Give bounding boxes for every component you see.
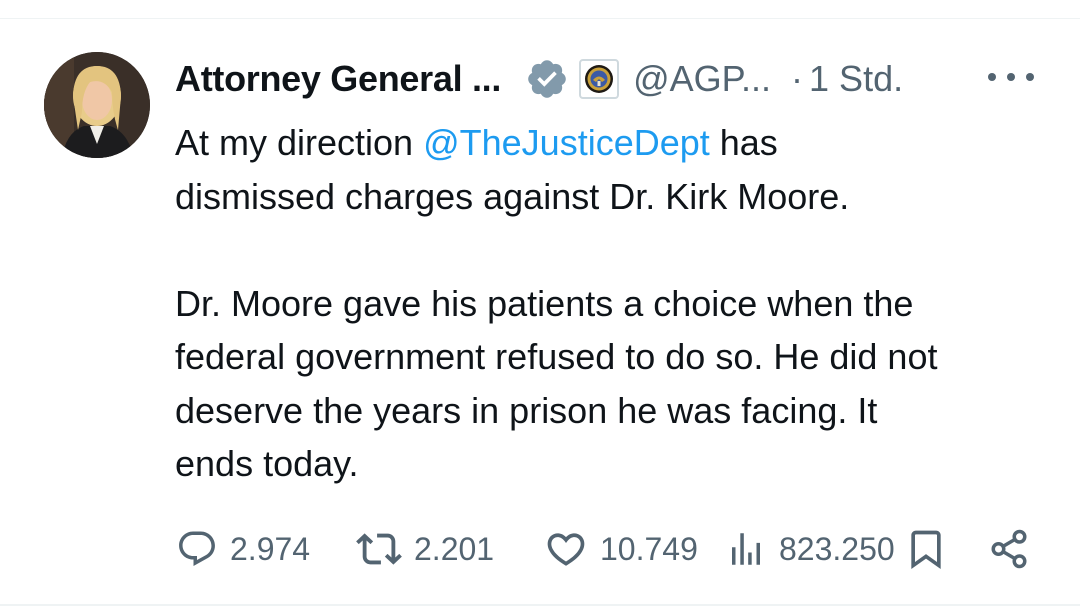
views-icon: [732, 533, 760, 565]
more-icon[interactable]: [988, 62, 1034, 92]
repost-count: 2.201: [414, 530, 495, 567]
doj-seal-icon[interactable]: [579, 59, 620, 99]
avatar[interactable]: [44, 52, 150, 158]
like-count: 10.749: [600, 530, 698, 567]
bookmark-icon: [911, 530, 941, 570]
reply-count: 2.974: [230, 530, 311, 567]
repost-button[interactable]: 2.201: [356, 526, 494, 572]
top-divider: [0, 18, 1080, 19]
reply-button[interactable]: 2.974: [176, 526, 310, 572]
tweet-header: Attorney General ... @AGP... · 1 Std.: [175, 56, 1045, 102]
tweet-time[interactable]: 1 Std.: [809, 58, 903, 100]
share-icon: [991, 529, 1027, 569]
bottom-divider: [0, 604, 1080, 606]
share-button[interactable]: [988, 526, 1030, 572]
avatar-image: [44, 52, 150, 158]
author-handle[interactable]: @AGP...: [633, 58, 771, 100]
more-dot: [1026, 73, 1034, 81]
bookmark-button[interactable]: [904, 526, 948, 572]
more-dot: [988, 73, 996, 81]
tweet-text-intro: At my direction: [175, 122, 424, 163]
like-button[interactable]: 10.749: [544, 526, 698, 572]
tweet-text: At my direction @TheJusticeDept has dism…: [175, 116, 1055, 491]
reply-icon: [179, 531, 215, 566]
more-dot: [1007, 73, 1015, 81]
views-count: 823.250: [779, 530, 895, 567]
mention-link[interactable]: @TheJusticeDept: [423, 122, 710, 163]
action-bar: 2.974 2.201 10.749 823.250: [0, 526, 1080, 572]
heart-icon: [547, 533, 585, 566]
verified-badge-icon[interactable]: [525, 57, 569, 101]
time-separator: ·: [791, 58, 804, 99]
tweet-text-body: has dismissed charges against Dr. Kirk M…: [175, 122, 938, 484]
views-button[interactable]: 823.250: [725, 526, 895, 572]
author-name[interactable]: Attorney General ...: [175, 58, 501, 100]
repost-icon: [356, 533, 402, 565]
